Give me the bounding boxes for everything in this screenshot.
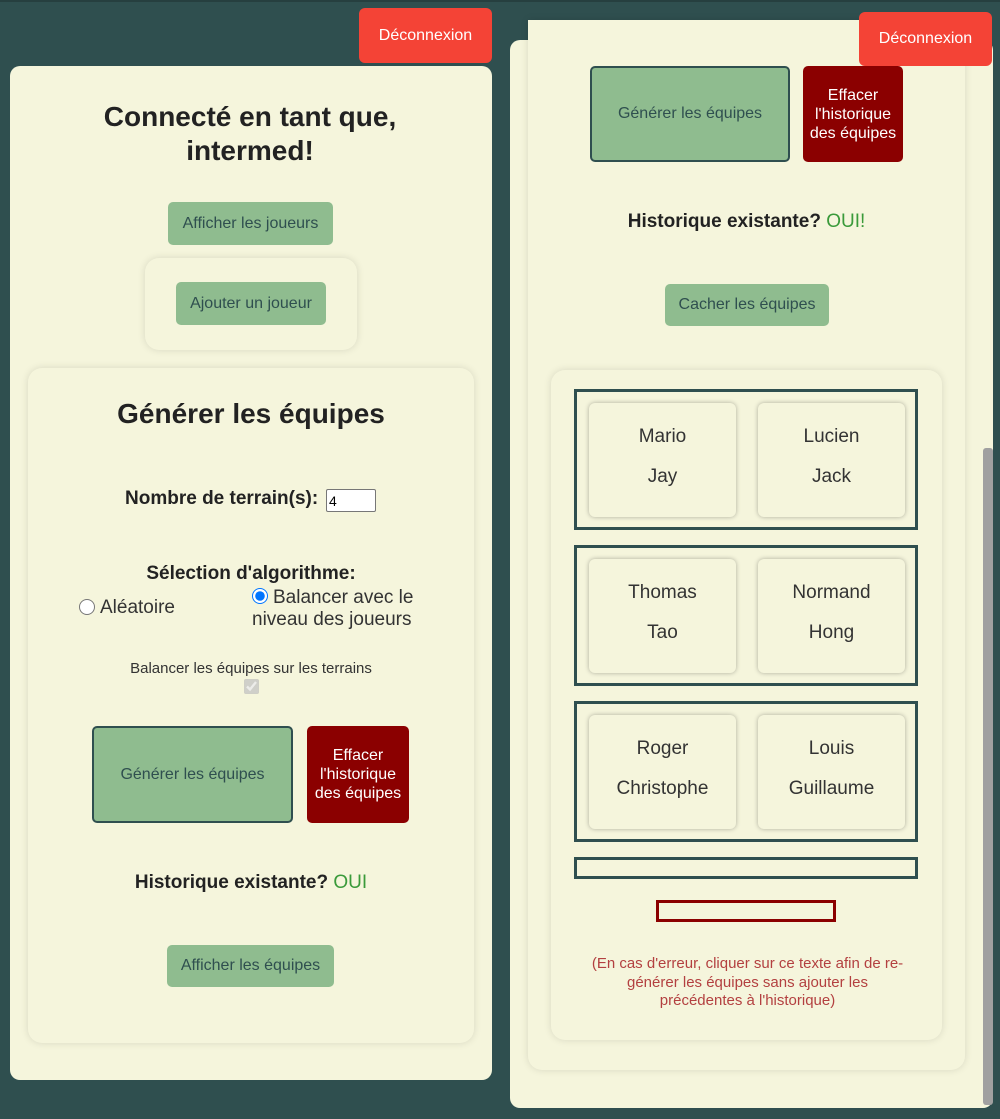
add-player-button[interactable]: Ajouter un joueur — [176, 282, 326, 325]
page-title: Connecté en tant que, intermed! — [103, 101, 397, 166]
courts-input[interactable] — [326, 489, 376, 512]
balance-courts-checkbox[interactable] — [244, 679, 259, 694]
player-name: Christophe — [616, 778, 709, 799]
court-box: Thomas Tao Normand Hong — [574, 545, 918, 686]
history-status: Historique existante? OUI — [28, 872, 474, 894]
scrollbar[interactable] — [983, 448, 993, 1105]
history-label-2: Historique existante? — [627, 211, 821, 232]
radio-random[interactable] — [79, 599, 95, 615]
player-name: Roger — [636, 738, 689, 759]
team-card: Mario Jay — [589, 403, 736, 517]
player-name: Normand — [792, 582, 871, 603]
team-card: Lucien Jack — [758, 403, 905, 517]
show-teams-button[interactable]: Afficher les équipes — [167, 945, 334, 987]
player-name: Hong — [808, 622, 855, 643]
clear-history-button-2[interactable]: Effacer l'historique des équipes — [803, 66, 903, 162]
generate-card — [28, 368, 474, 1043]
player-name: Louis — [808, 738, 855, 759]
error-note[interactable]: (En cas d'erreur, cliquer sur ce texte a… — [585, 955, 910, 1011]
generate-teams-button-2[interactable]: Générer les équipes — [590, 66, 790, 162]
player-name: Tao — [647, 622, 678, 643]
court-box: Mario Jay Lucien Jack — [574, 389, 918, 530]
hide-teams-button[interactable]: Cacher les équipes — [665, 284, 829, 326]
player-name: Jay — [647, 466, 678, 487]
radio-random-label: Aléatoire — [100, 597, 175, 618]
algorithm-label: Sélection d'algorithme: — [146, 563, 356, 584]
generate-teams-button[interactable]: Générer les équipes — [92, 726, 293, 823]
history-value: OUI — [333, 872, 368, 893]
show-players-button[interactable]: Afficher les joueurs — [168, 202, 333, 245]
history-value-2: OUI! — [826, 211, 866, 232]
team-card: Louis Guillaume — [758, 715, 905, 829]
balance-courts-label: Balancer les équipes sur les terrains — [130, 660, 372, 677]
logout-button[interactable]: Déconnexion — [359, 8, 492, 63]
history-status-2: Historique existante? OUI! — [528, 211, 965, 233]
radio-balanced-label: Balancer avec le niveau des joueurs — [252, 587, 414, 630]
logout-button-2[interactable]: Déconnexion — [859, 12, 992, 66]
team-card: Thomas Tao — [589, 559, 736, 673]
history-label: Historique existante? — [134, 872, 329, 893]
player-name: Mario — [638, 426, 687, 447]
generate-heading: Générer les équipes — [117, 398, 385, 429]
player-name: Jack — [811, 466, 852, 487]
clear-history-button[interactable]: Effacer l'historique des équipes — [307, 726, 409, 823]
player-name: Lucien — [803, 426, 860, 447]
top-divider — [0, 0, 1000, 2]
courts-label: Nombre de terrain(s): — [125, 488, 319, 509]
player-name: Thomas — [628, 582, 697, 603]
team-card: Roger Christophe — [589, 715, 736, 829]
regenerate-box[interactable] — [656, 900, 836, 922]
court-box — [574, 857, 918, 879]
court-box: Roger Christophe Louis Guillaume — [574, 701, 918, 842]
player-name: Guillaume — [788, 778, 875, 799]
team-card: Normand Hong — [758, 559, 905, 673]
